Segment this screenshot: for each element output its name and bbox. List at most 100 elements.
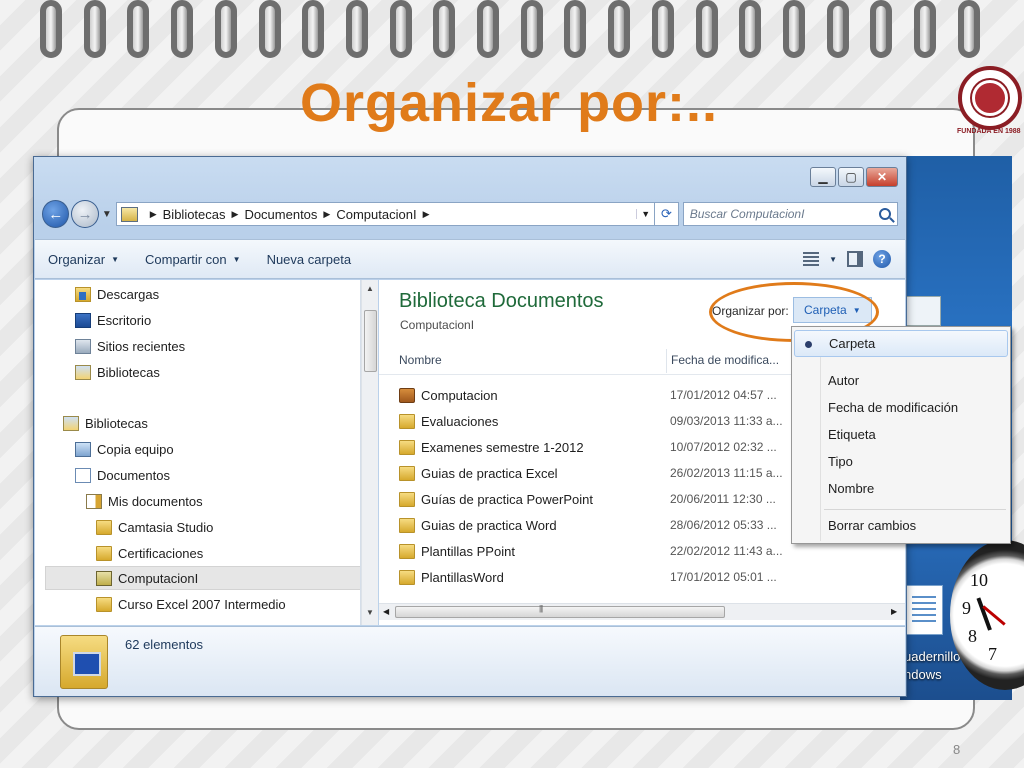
- folder-icon: [399, 517, 415, 533]
- organize-button[interactable]: Organizar ▼: [35, 252, 132, 267]
- documents-icon: [75, 467, 91, 483]
- menu-item-autor[interactable]: Autor: [794, 367, 1008, 394]
- nav-item-curso-excel[interactable]: Curso Excel 2007 Intermedio: [96, 592, 286, 616]
- arrange-by-menu: Carpeta Autor Fecha de modificación Etiq…: [791, 326, 1011, 544]
- folder-icon: [399, 543, 415, 559]
- slide-title: Organizar por:..: [300, 73, 719, 133]
- breadcrumb-separator-icon[interactable]: ▶: [423, 209, 430, 220]
- nav-item-bibliotecas[interactable]: Bibliotecas: [63, 411, 148, 435]
- horizontal-scrollbar[interactable]: ◀ ||| ▶: [379, 603, 905, 620]
- address-bar[interactable]: ▶ Bibliotecas ▶ Documentos ▶ Computacion…: [115, 202, 656, 226]
- desktop-document-icon[interactable]: [905, 585, 943, 635]
- search-icon[interactable]: [879, 208, 891, 220]
- navigation-row: ← → ▼ ▶ Bibliotecas ▶ Documentos ▶ Compu…: [42, 199, 898, 229]
- menu-item-borrar-cambios[interactable]: Borrar cambios: [794, 512, 1008, 539]
- university-logo: [958, 66, 1022, 130]
- menu-separator: [824, 509, 1006, 510]
- folder-icon: [399, 569, 415, 585]
- scroll-left-icon[interactable]: ◀: [383, 607, 389, 616]
- folder-icon: [399, 465, 415, 481]
- chevron-down-icon: ▼: [111, 254, 119, 264]
- background-window-thumbnail: [905, 296, 941, 326]
- nav-item-sitios-recientes[interactable]: Sitios recientes: [75, 334, 185, 358]
- menu-item-tipo[interactable]: Tipo: [794, 448, 1008, 475]
- notebook-rings: [40, 0, 980, 62]
- recent-places-icon: [75, 338, 91, 354]
- library-icon: [120, 206, 138, 222]
- page-number: 8: [953, 742, 961, 757]
- nav-item-camtasia-studio[interactable]: Camtasia Studio: [96, 515, 213, 539]
- nav-item-copia-equipo[interactable]: Copia equipo: [75, 437, 174, 461]
- radio-selected-icon: [805, 341, 812, 348]
- command-bar: Organizar ▼ Compartir con ▼ Nueva carpeta …: [35, 239, 905, 279]
- desktop-icon: [75, 312, 91, 328]
- menu-item-etiqueta[interactable]: Etiqueta: [794, 421, 1008, 448]
- breadcrumb-separator-icon[interactable]: ▶: [150, 209, 157, 220]
- library-folder-icon: [96, 570, 112, 586]
- scrollbar-thumb[interactable]: [395, 606, 725, 618]
- search-input[interactable]: Buscar ComputacionI: [682, 202, 898, 226]
- breadcrumb-separator-icon[interactable]: ▶: [323, 209, 330, 220]
- briefcase-icon: [399, 387, 415, 403]
- close-button[interactable]: ✕: [866, 167, 898, 187]
- breadcrumb-documentos[interactable]: Documentos: [244, 207, 317, 222]
- computer-icon: [75, 441, 91, 457]
- folder-icon: [399, 439, 415, 455]
- desktop-shortcut-label[interactable]: uadernillo ndows: [904, 648, 960, 684]
- library-title: Biblioteca Documentos: [399, 290, 604, 312]
- nav-item-documentos[interactable]: Documentos: [75, 463, 170, 487]
- column-header-date[interactable]: Fecha de modifica...: [671, 353, 779, 367]
- folder-icon: [96, 545, 112, 561]
- libraries-icon: [75, 364, 91, 380]
- logo-caption: FUNDADA EN 1988: [957, 128, 1021, 135]
- address-dropdown-icon[interactable]: ▼: [636, 209, 654, 219]
- folder-icon: [96, 596, 112, 612]
- chevron-down-icon: ▼: [232, 254, 241, 264]
- recent-pages-dropdown-icon[interactable]: ▼: [102, 209, 112, 220]
- nav-item-escritorio[interactable]: Escritorio: [75, 308, 151, 332]
- scrollbar-grip-icon: |||: [539, 604, 543, 613]
- menu-item-nombre[interactable]: Nombre: [794, 475, 1008, 502]
- nav-item-mis-documentos[interactable]: Mis documentos: [86, 489, 203, 513]
- minimize-button[interactable]: ▁: [810, 167, 836, 187]
- scrollbar-thumb[interactable]: [364, 310, 377, 372]
- column-header-name[interactable]: Nombre: [399, 353, 442, 367]
- back-button[interactable]: ←: [42, 200, 70, 228]
- nav-item-bibliotecas-favorite[interactable]: Bibliotecas: [75, 360, 160, 384]
- share-with-button[interactable]: Compartir con ▼: [132, 252, 254, 267]
- preview-pane-icon[interactable]: [847, 251, 863, 267]
- item-count: 62 elementos: [125, 637, 204, 652]
- breadcrumb-separator-icon[interactable]: ▶: [232, 209, 239, 220]
- search-placeholder: Buscar ComputacionI: [689, 207, 805, 221]
- menu-item-carpeta[interactable]: Carpeta: [794, 330, 1008, 357]
- navigation-pane[interactable]: Descargas Escritorio Sitios recientes Bi…: [35, 280, 361, 625]
- folder-icon: [96, 519, 112, 535]
- new-folder-button[interactable]: Nueva carpeta: [254, 252, 365, 267]
- nav-item-computacioni[interactable]: ComputacionI: [45, 566, 360, 590]
- scroll-up-icon[interactable]: ▲: [366, 284, 374, 293]
- maximize-button[interactable]: ▢: [838, 167, 864, 187]
- refresh-icon[interactable]: ⟳: [655, 202, 679, 226]
- forward-button[interactable]: →: [71, 200, 99, 228]
- library-subtitle: ComputacionI: [400, 318, 475, 332]
- help-icon[interactable]: ?: [873, 250, 891, 268]
- explorer-window: ▁ ▢ ✕ ← → ▼ ▶ Bibliotecas ▶ Documentos ▶…: [33, 156, 907, 697]
- scroll-right-icon[interactable]: ▶: [891, 607, 897, 616]
- libraries-icon: [63, 415, 79, 431]
- change-view-icon[interactable]: [803, 252, 820, 266]
- nav-item-certificaciones[interactable]: Certificaciones: [96, 541, 203, 565]
- folder-icon: [399, 491, 415, 507]
- downloads-folder-icon: [75, 286, 91, 302]
- view-dropdown-icon[interactable]: ▼: [829, 255, 837, 264]
- details-pane: 62 elementos: [35, 626, 905, 696]
- menu-item-fecha-modificacion[interactable]: Fecha de modificación: [794, 394, 1008, 421]
- nav-item-descargas[interactable]: Descargas: [75, 282, 159, 306]
- scroll-down-icon[interactable]: ▼: [366, 608, 374, 617]
- my-documents-icon: [86, 493, 102, 509]
- caption-buttons: ▁ ▢ ✕: [810, 167, 898, 187]
- file-row[interactable]: PlantillasWord 17/01/2012 05:01 ...: [379, 564, 905, 590]
- breadcrumb-bibliotecas[interactable]: Bibliotecas: [163, 207, 226, 222]
- folder-icon: [399, 413, 415, 429]
- navigation-scrollbar[interactable]: ▲ ▼: [361, 280, 378, 625]
- breadcrumb-computacioni[interactable]: ComputacionI: [336, 207, 416, 222]
